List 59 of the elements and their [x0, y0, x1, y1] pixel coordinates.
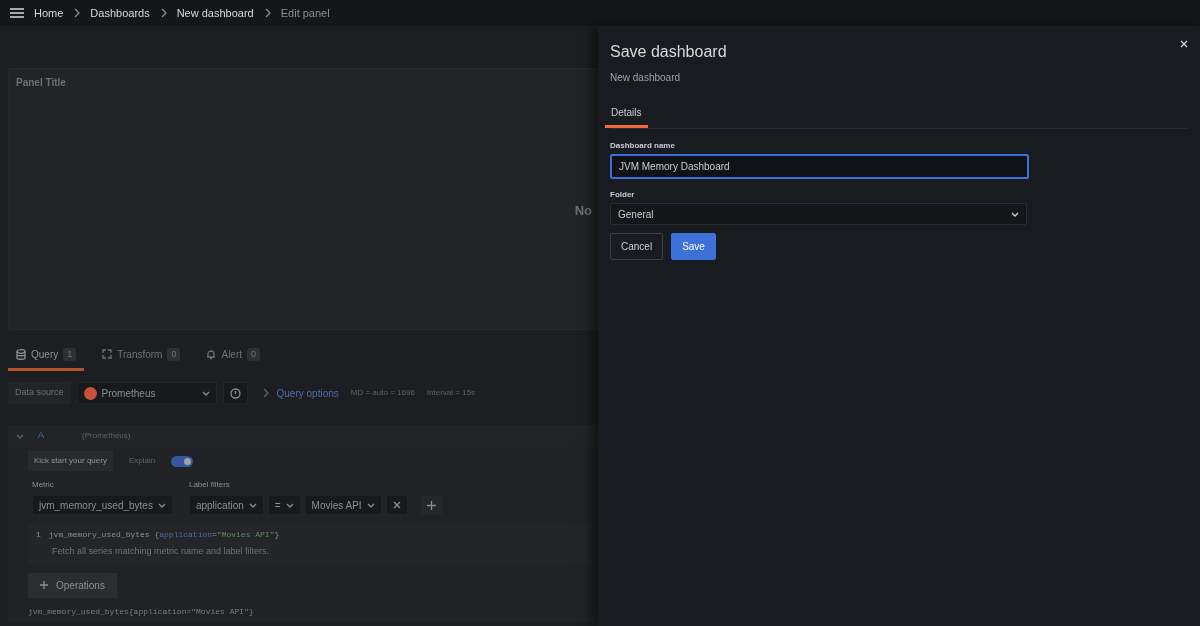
- caret-icon: [1011, 210, 1019, 218]
- query-option-summary: Interval = 15s: [426, 387, 476, 399]
- info-icon: [229, 387, 241, 399]
- operator-select[interactable]: =: [267, 495, 301, 515]
- chevron-right-icon: [73, 8, 81, 18]
- help-button[interactable]: [222, 382, 248, 404]
- chevron-right-icon: [261, 388, 269, 398]
- editor-tab[interactable]: Query 1: [8, 344, 85, 371]
- count-badge: 1: [63, 347, 77, 362]
- frame-icon: [102, 349, 113, 360]
- menu-icon[interactable]: [10, 8, 24, 18]
- details-tab[interactable]: Details: [605, 101, 648, 128]
- metric-select[interactable]: jvm_memory_used_bytes: [32, 495, 173, 515]
- query-options-link[interactable]: Query options: [276, 385, 339, 401]
- plus-icon: [426, 500, 436, 510]
- label-key-select[interactable]: application: [188, 495, 264, 515]
- caret-icon[interactable]: [16, 432, 24, 440]
- database-icon: [16, 349, 26, 360]
- caret-icon: [248, 501, 257, 509]
- breadcrumb-link[interactable]: Home: [34, 4, 64, 22]
- label-filters-label: Label filters: [188, 479, 231, 491]
- query-ref: A: [38, 429, 44, 443]
- caret-icon: [366, 501, 375, 509]
- dashboard-name-field[interactable]: JVM Memory Dashboard: [610, 154, 1029, 179]
- drawer-subtitle: New dashboard: [610, 71, 682, 85]
- field-label: Dashboard name: [610, 140, 676, 152]
- data-source-label: Data source: [8, 382, 71, 404]
- caret-icon: [201, 389, 210, 397]
- field-label: Folder: [610, 189, 636, 201]
- close-button[interactable]: [1180, 40, 1188, 48]
- breadcrumb-link[interactable]: Dashboards: [90, 4, 150, 22]
- save-button[interactable]: Save: [671, 233, 716, 260]
- remove-filter-button[interactable]: [385, 495, 408, 515]
- no-data-message: No: [574, 202, 592, 220]
- add-filter-button[interactable]: [419, 495, 443, 515]
- kick-start-button[interactable]: Kick start your query: [28, 451, 113, 471]
- line-number: 1: [36, 529, 41, 541]
- caret-icon: [157, 501, 166, 509]
- raw-query-text: jvm_memory_used_bytes{application="Movies API"}: [28, 605, 255, 618]
- metric-label: Metric: [32, 479, 55, 491]
- close-icon: [1180, 40, 1188, 48]
- explain-toggle[interactable]: [171, 455, 194, 467]
- chevron-right-icon: [159, 8, 167, 18]
- add-operations-button[interactable]: Operations: [28, 572, 117, 598]
- label-value-select[interactable]: Movies API: [304, 495, 382, 515]
- prometheus-logo-icon: [83, 386, 97, 400]
- close-icon: [392, 501, 401, 509]
- chevron-right-icon: [263, 8, 271, 18]
- breadcrumb-link[interactable]: New dashboard: [176, 4, 254, 22]
- data-source-select[interactable]: Prometheus: [76, 382, 217, 404]
- drawer-title: Save dashboard: [610, 42, 727, 62]
- folder-select[interactable]: General: [610, 203, 1027, 225]
- cancel-button[interactable]: Cancel: [610, 233, 664, 260]
- panel-title: Panel Title: [15, 76, 67, 90]
- bell-icon: [206, 349, 217, 360]
- caret-icon: [285, 501, 294, 509]
- query-hint: Fetch all series matching metric name and label filters.: [52, 545, 271, 558]
- query-code: jvm_memory_used_bytes {application="Movies API"}: [48, 529, 280, 541]
- plus-icon: [40, 581, 48, 589]
